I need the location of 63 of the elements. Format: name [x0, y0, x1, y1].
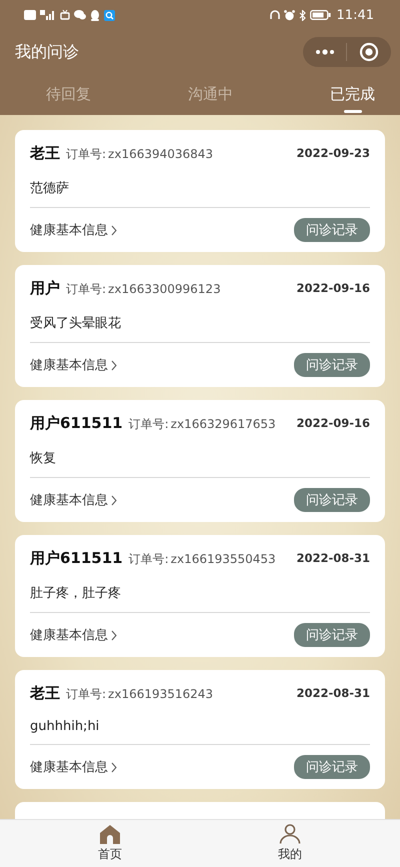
order-label: 订单号: — [66, 281, 106, 298]
order-number: zx166329617653 — [170, 417, 276, 431]
search-icon — [104, 10, 115, 20]
home-icon — [100, 824, 120, 844]
order-date: 2022-08-31 — [296, 550, 370, 565]
nav-tab[interactable]: 首页 — [80, 820, 140, 867]
patient-name: 老王 — [30, 144, 60, 163]
consult-record-button[interactable]: 问诊记录 — [294, 218, 370, 242]
consult-record-button[interactable]: 问诊记录 — [294, 755, 370, 779]
order-date: 2022-08-31 — [296, 685, 370, 700]
nav-label: 我的 — [278, 846, 302, 863]
hd-icon — [24, 10, 36, 20]
health-info-link[interactable]: 健康基本信息 — [30, 758, 117, 776]
complaint-text: 范德萨 — [30, 180, 70, 197]
headphones-icon — [270, 10, 280, 20]
order-label: 订单号: — [66, 686, 106, 703]
consult-record-button[interactable]: 问诊记录 — [294, 488, 370, 512]
complaint-text: guhhhih;hi — [30, 719, 100, 734]
consult-record-button[interactable]: 问诊记录 — [294, 353, 370, 377]
order-number: zx166193550453 — [170, 552, 276, 566]
order-label: 订单号: — [128, 416, 169, 433]
health-info-link[interactable]: 健康基本信息 — [30, 491, 117, 509]
chevron-icon — [111, 360, 117, 370]
health-info-link[interactable]: 健康基本信息 — [30, 626, 117, 644]
chevron-icon — [111, 224, 117, 236]
page-title: 我的问诊 — [15, 42, 79, 62]
complaint-text: 肚子疼，肚子疼 — [30, 585, 122, 602]
order-date: 2022-09-16 — [296, 415, 370, 430]
patient-name: 用户 — [30, 279, 60, 298]
health-info-link[interactable]: 健康基本信息 — [30, 356, 117, 374]
bluetooth-icon — [298, 10, 306, 20]
order-label: 订单号: — [128, 551, 169, 568]
tab[interactable]: 待回复 — [46, 74, 91, 115]
complaint-text: 受风了头晕眼花 — [30, 315, 122, 332]
chevron-icon — [111, 494, 117, 506]
close-icon[interactable] — [359, 42, 380, 62]
battery-icon — [310, 10, 331, 20]
complaint-text: 恢复 — [30, 450, 57, 467]
penguin-icon — [90, 10, 100, 20]
clock-time: 11:41 — [336, 8, 374, 22]
consult-record-button[interactable]: 问诊记录 — [294, 623, 370, 647]
chevron-icon — [111, 630, 117, 640]
more-icon[interactable] — [314, 49, 335, 55]
chevron-icon — [111, 762, 117, 772]
order-number: zx166394036843 — [108, 147, 214, 161]
tab[interactable]: 沟通中 — [188, 74, 233, 115]
person-icon — [279, 824, 301, 844]
patient-name: 老王 — [30, 684, 60, 703]
chat-icon — [74, 10, 86, 20]
alarm-icon — [284, 10, 295, 20]
tv-icon — [60, 10, 70, 20]
patient-name: 用户611511 — [30, 414, 123, 433]
health-info-link[interactable]: 健康基本信息 — [30, 221, 117, 239]
tab[interactable]: 已完成 — [330, 74, 375, 115]
nav-label: 首页 — [98, 846, 122, 862]
nav-tab[interactable]: 我的 — [260, 820, 320, 867]
signal-icon — [40, 10, 56, 20]
order-number: zx1663300996123 — [108, 282, 221, 296]
order-date: 2022-09-23 — [296, 145, 370, 160]
patient-name: 用户611511 — [30, 549, 123, 568]
order-number: zx166193516243 — [108, 687, 214, 701]
order-date: 2022-09-16 — [296, 280, 370, 295]
order-label: 订单号: — [66, 146, 106, 163]
